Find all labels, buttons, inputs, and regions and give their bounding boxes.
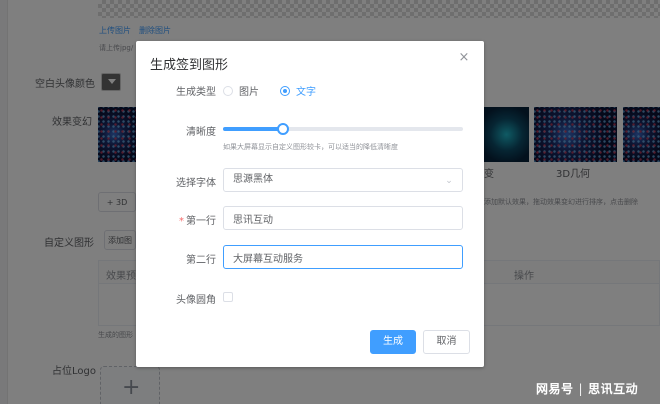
font-select[interactable]: 思源黑体 bbox=[223, 168, 463, 192]
rounded-avatar-checkbox[interactable] bbox=[223, 292, 233, 302]
generate-button[interactable]: 生成 bbox=[370, 330, 416, 354]
font-label: 选择字体 bbox=[176, 178, 216, 189]
radio-label: 文字 bbox=[296, 87, 316, 98]
radio-type-image[interactable]: 图片 bbox=[223, 83, 259, 98]
radio-type-text[interactable]: 文字 bbox=[280, 83, 316, 98]
line2-input[interactable] bbox=[223, 245, 463, 269]
watermark-separator: | bbox=[578, 382, 584, 396]
radio-circle-icon bbox=[223, 85, 233, 96]
slider-handle[interactable] bbox=[277, 123, 289, 135]
clarity-label: 清晰度 bbox=[186, 127, 216, 138]
chevron-down-icon: ⌄ bbox=[445, 176, 453, 186]
watermark: 网易号 | 思讯互动 bbox=[536, 380, 638, 397]
line2-label: 第二行 bbox=[186, 255, 216, 266]
line1-label-text: 第一行 bbox=[186, 216, 216, 227]
watermark-author: 思讯互动 bbox=[588, 382, 639, 396]
type-label: 生成类型 bbox=[176, 87, 216, 98]
cancel-button[interactable]: 取消 bbox=[423, 330, 470, 354]
clarity-hint: 如果大屏幕显示自定义图形较卡，可以适当的降低清晰度 bbox=[223, 143, 398, 151]
radio-selected-icon bbox=[280, 85, 290, 96]
close-icon[interactable]: × bbox=[457, 51, 471, 65]
line1-input[interactable] bbox=[223, 206, 463, 230]
rounded-avatar-label: 头像圆角 bbox=[176, 295, 216, 306]
clarity-slider[interactable] bbox=[223, 123, 463, 135]
radio-label: 图片 bbox=[239, 87, 259, 98]
generate-signin-shape-dialog: 生成签到图形 × 生成类型 图片 文字 清晰度 如果大屏幕显示自定义图形较卡，可… bbox=[136, 41, 484, 367]
watermark-brand: 网易号 bbox=[536, 382, 574, 396]
slider-fill bbox=[223, 127, 283, 131]
line1-label: * 第一行 bbox=[136, 212, 216, 227]
required-mark: * bbox=[179, 216, 184, 227]
dialog-title: 生成签到图形 bbox=[150, 58, 229, 73]
